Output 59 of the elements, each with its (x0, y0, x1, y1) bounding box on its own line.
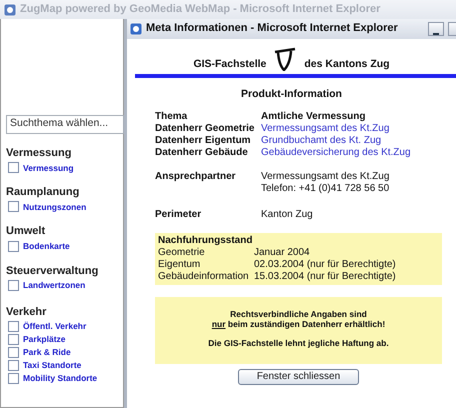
field-label: Geometrie (158, 246, 206, 259)
window-title: Meta Informationen - Microsoft Internet Explorer (146, 22, 398, 36)
checkbox[interactable] (8, 280, 19, 291)
minimize-button[interactable] (428, 22, 444, 36)
window-title: ZugMap powered by GeoMedia WebMap - Microsoft Internet Explorer (20, 2, 380, 16)
checkbox[interactable] (8, 360, 19, 371)
notice-text: Die GIS-Fachstelle lehnt jegliche Haftung ab. (207, 338, 390, 348)
layer-link[interactable]: Vermessung (23, 162, 74, 173)
checkbox[interactable] (8, 162, 19, 174)
browser-icon (4, 4, 16, 16)
layer-link[interactable]: Öffentl. Verkehr (23, 321, 86, 332)
maximize-button[interactable] (448, 22, 456, 36)
layer-link[interactable]: Bodenkarte (23, 240, 70, 252)
field-value: Amtliche Vermessung (261, 110, 366, 123)
checkbox[interactable] (8, 240, 19, 252)
search-select[interactable]: Suchthema wählen... (6, 115, 124, 134)
checkbox[interactable] (8, 372, 19, 384)
field-value: Januar 2004 (254, 246, 310, 259)
field-value: Telefon: +41 (0)41 728 56 50 (261, 182, 390, 195)
field-label: Eigentum (158, 258, 202, 271)
checkbox[interactable] (8, 201, 19, 212)
layer-link[interactable]: Park & Ride (23, 347, 71, 358)
category-title: Vermessung (6, 147, 72, 160)
field-label: Datenherr Geometrie (155, 122, 256, 135)
info-link[interactable]: Gebäudeversicherung des Kt.Zug (261, 146, 411, 159)
field-label: Gebäudeinformation (158, 270, 250, 283)
notice-text: nur beim zuständigen Datenherr erhältlich! (210, 318, 386, 329)
info-link[interactable]: Vermessungsamt des Kt.Zug (261, 122, 390, 135)
checkbox[interactable] (8, 320, 19, 332)
panel-title: Nachfuhrungsstand (158, 234, 254, 247)
field-label: Perimeter (155, 208, 202, 221)
checkbox[interactable] (8, 346, 19, 358)
header-text: des Kantons Zug (304, 58, 390, 71)
layer-link[interactable]: Taxi Standorte (23, 360, 82, 371)
minimize-icon (433, 32, 439, 34)
category-title: Raumplanung (6, 186, 80, 200)
category-title: Steuerverwaltung (6, 264, 100, 278)
category-title: Verkehr (6, 306, 48, 319)
field-label: Thema (155, 110, 188, 123)
browser-icon (130, 23, 142, 35)
layer-link[interactable]: Nutzungszonen (23, 202, 86, 212)
page-heading: Produkt-Information (240, 88, 343, 101)
field-label: Datenherr Gebäude (155, 146, 249, 159)
layer-link[interactable]: Mobility Standorte (23, 373, 98, 384)
header-text: GIS-Fachstelle (193, 58, 266, 71)
layer-link[interactable]: Landwertzonen (23, 280, 86, 290)
layer-link[interactable]: Parkplätze (23, 334, 66, 345)
checkbox[interactable] (8, 334, 19, 345)
field-value: Kanton Zug (261, 208, 313, 221)
coat-of-arms-icon (274, 47, 296, 71)
info-link[interactable]: Grundbuchamt des Kt. Zug (261, 134, 382, 147)
category-title: Umwelt (6, 225, 46, 239)
close-button[interactable]: Fenster schliessen (238, 369, 360, 386)
field-label: Ansprechpartner (155, 170, 237, 184)
field-value: 02.03.2004 (nur für Berechtigte) (254, 258, 396, 271)
field-value: 15.03.2004 (nur für Berechtigte) (254, 270, 396, 283)
field-value: Vermessungsamt des Kt.Zug (261, 170, 390, 183)
notice-text: Rechtsverbindliche Angaben sind (229, 308, 368, 319)
field-label: Datenherr Eigentum (155, 134, 252, 147)
